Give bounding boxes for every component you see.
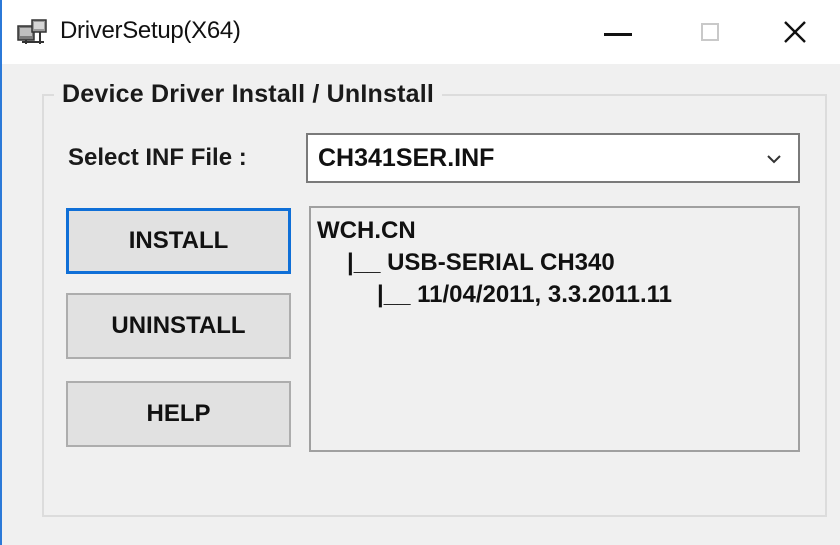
install-button[interactable]: INSTALL bbox=[66, 208, 291, 274]
info-line-device: |__ USB-SERIAL CH340 bbox=[347, 249, 615, 276]
driver-setup-icon bbox=[17, 19, 47, 44]
driver-setup-window: DriverSetup(X64) Device Driver Install /… bbox=[0, 0, 840, 545]
group-legend: Device Driver Install / UnInstall bbox=[54, 76, 443, 112]
title-bar[interactable]: DriverSetup(X64) bbox=[2, 0, 840, 64]
close-button[interactable] bbox=[750, 0, 840, 64]
info-line-version: |__ 11/04/2011, 3.3.2011.11 bbox=[377, 281, 673, 308]
inf-file-dropdown[interactable]: CH341SER.INF bbox=[306, 133, 800, 183]
close-icon bbox=[784, 21, 806, 43]
info-line-vendor: WCH.CN bbox=[317, 217, 416, 244]
chevron-down-icon[interactable] bbox=[764, 149, 784, 169]
uninstall-button[interactable]: UNINSTALL bbox=[66, 293, 291, 359]
help-button[interactable]: HELP bbox=[66, 381, 291, 447]
driver-info-panel: WCH.CN |__ USB-SERIAL CH340 |__ 11/04/20… bbox=[309, 206, 800, 452]
inf-file-value: CH341SER.INF bbox=[318, 144, 495, 172]
window-title: DriverSetup(X64) bbox=[60, 17, 241, 44]
minimize-button[interactable] bbox=[572, 0, 664, 64]
minimize-icon bbox=[604, 32, 632, 36]
select-inf-label: Select INF File : bbox=[68, 144, 247, 171]
maximize-icon bbox=[701, 23, 719, 41]
maximize-button[interactable] bbox=[664, 0, 756, 64]
